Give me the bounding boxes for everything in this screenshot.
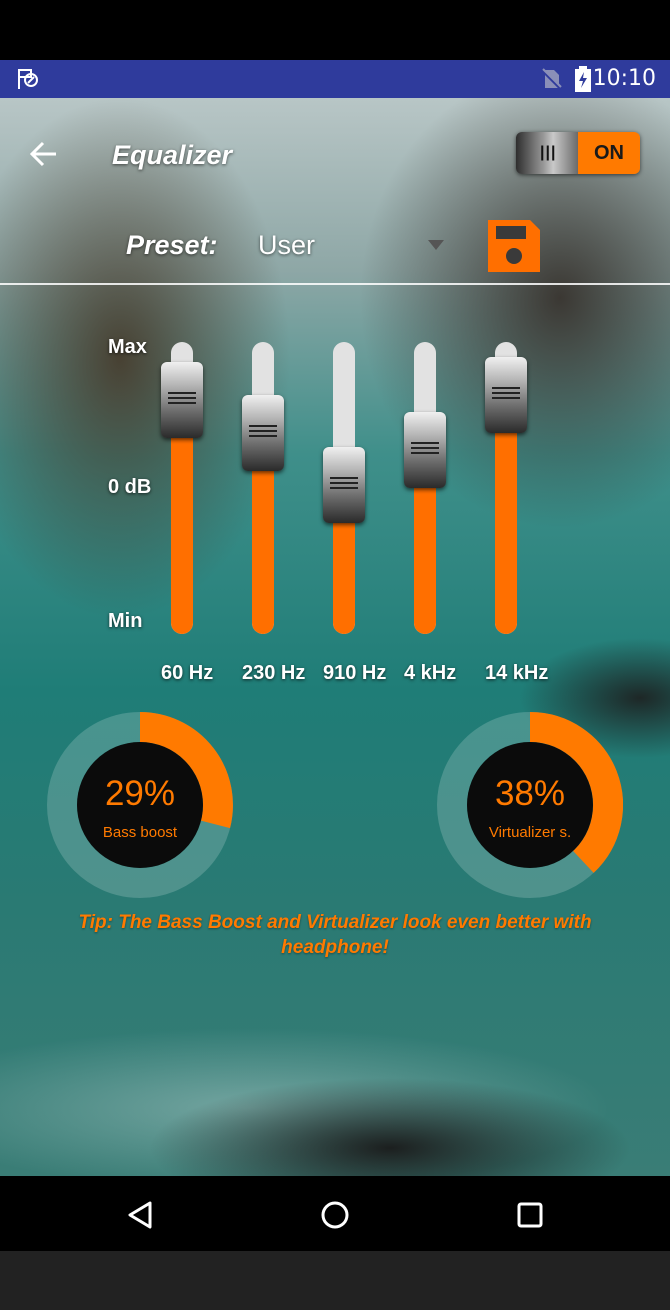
back-arrow-icon[interactable] bbox=[26, 136, 62, 172]
nav-back-icon[interactable] bbox=[126, 1200, 154, 1230]
bottom-bar bbox=[0, 1251, 670, 1310]
band-track bbox=[252, 342, 274, 634]
status-bar: 10:10 bbox=[0, 60, 670, 98]
tip-text: Tip: The Bass Boost and Virtualizer look… bbox=[78, 912, 592, 958]
top-black-bar bbox=[0, 0, 670, 60]
nav-recents-icon[interactable] bbox=[517, 1202, 543, 1228]
toggle-knob: ||| bbox=[516, 132, 578, 174]
band-slider-0[interactable] bbox=[161, 342, 203, 634]
bass-boost-value: 29% bbox=[104, 774, 176, 813]
nav-home-icon[interactable] bbox=[320, 1200, 350, 1230]
thumb-grip-icon bbox=[492, 386, 520, 399]
app-notification-icon bbox=[18, 69, 38, 89]
thumb-grip-icon bbox=[168, 392, 196, 405]
toggle-state-label: ON bbox=[578, 132, 640, 174]
band-slider-4[interactable] bbox=[485, 342, 527, 634]
divider bbox=[0, 283, 670, 285]
virtualizer-label: Virtualizer s. bbox=[488, 824, 572, 841]
level-max-label: Max bbox=[108, 336, 147, 358]
page-title: Equalizer bbox=[112, 140, 233, 170]
band-thumb[interactable] bbox=[161, 362, 203, 439]
virtualizer-value: 38% bbox=[494, 774, 566, 813]
band-thumb[interactable] bbox=[404, 412, 446, 489]
equalizer-screen: Equalizer ||| ON Preset: User Max 0 dB M… bbox=[0, 98, 670, 1176]
preset-dropdown[interactable]: User bbox=[258, 230, 315, 261]
status-time: 10:10 bbox=[592, 66, 656, 91]
bass-boost-knob[interactable]: 29% Bass boost bbox=[47, 712, 233, 898]
level-zero-label: 0 dB bbox=[108, 476, 152, 498]
band-slider-3[interactable] bbox=[404, 342, 446, 634]
navigation-bar bbox=[0, 1176, 670, 1251]
band-frequency-label: 910 Hz bbox=[323, 662, 387, 684]
equalizer-toggle[interactable]: ||| ON bbox=[516, 132, 640, 174]
band-frequency-label: 14 kHz bbox=[485, 662, 549, 684]
band-frequency-label: 4 kHz bbox=[404, 662, 457, 684]
band-frequency-label: 60 Hz bbox=[161, 662, 214, 684]
band-thumb[interactable] bbox=[242, 394, 284, 471]
level-min-label: Min bbox=[108, 610, 143, 632]
bass-boost-label: Bass boost bbox=[102, 824, 178, 841]
save-icon[interactable] bbox=[486, 218, 542, 274]
band-slider-1[interactable] bbox=[242, 342, 284, 634]
band-slider-2[interactable] bbox=[323, 342, 365, 634]
preset-label: Preset: bbox=[126, 230, 218, 260]
thumb-grip-icon bbox=[249, 424, 277, 437]
band-thumb[interactable] bbox=[485, 356, 527, 433]
dropdown-arrow-icon[interactable] bbox=[428, 240, 444, 250]
thumb-grip-icon bbox=[411, 442, 439, 455]
band-thumb[interactable] bbox=[323, 447, 365, 524]
thumb-grip-icon bbox=[330, 477, 358, 490]
bass-boost-center: 29% Bass boost bbox=[77, 742, 203, 868]
band-frequency-label: 230 Hz bbox=[242, 662, 306, 684]
toggle-grip: ||| bbox=[540, 144, 557, 161]
virtualizer-center: 38% Virtualizer s. bbox=[467, 742, 593, 868]
battery-charging-icon bbox=[575, 66, 591, 92]
no-sim-icon bbox=[540, 68, 562, 90]
virtualizer-knob[interactable]: 38% Virtualizer s. bbox=[437, 712, 623, 898]
